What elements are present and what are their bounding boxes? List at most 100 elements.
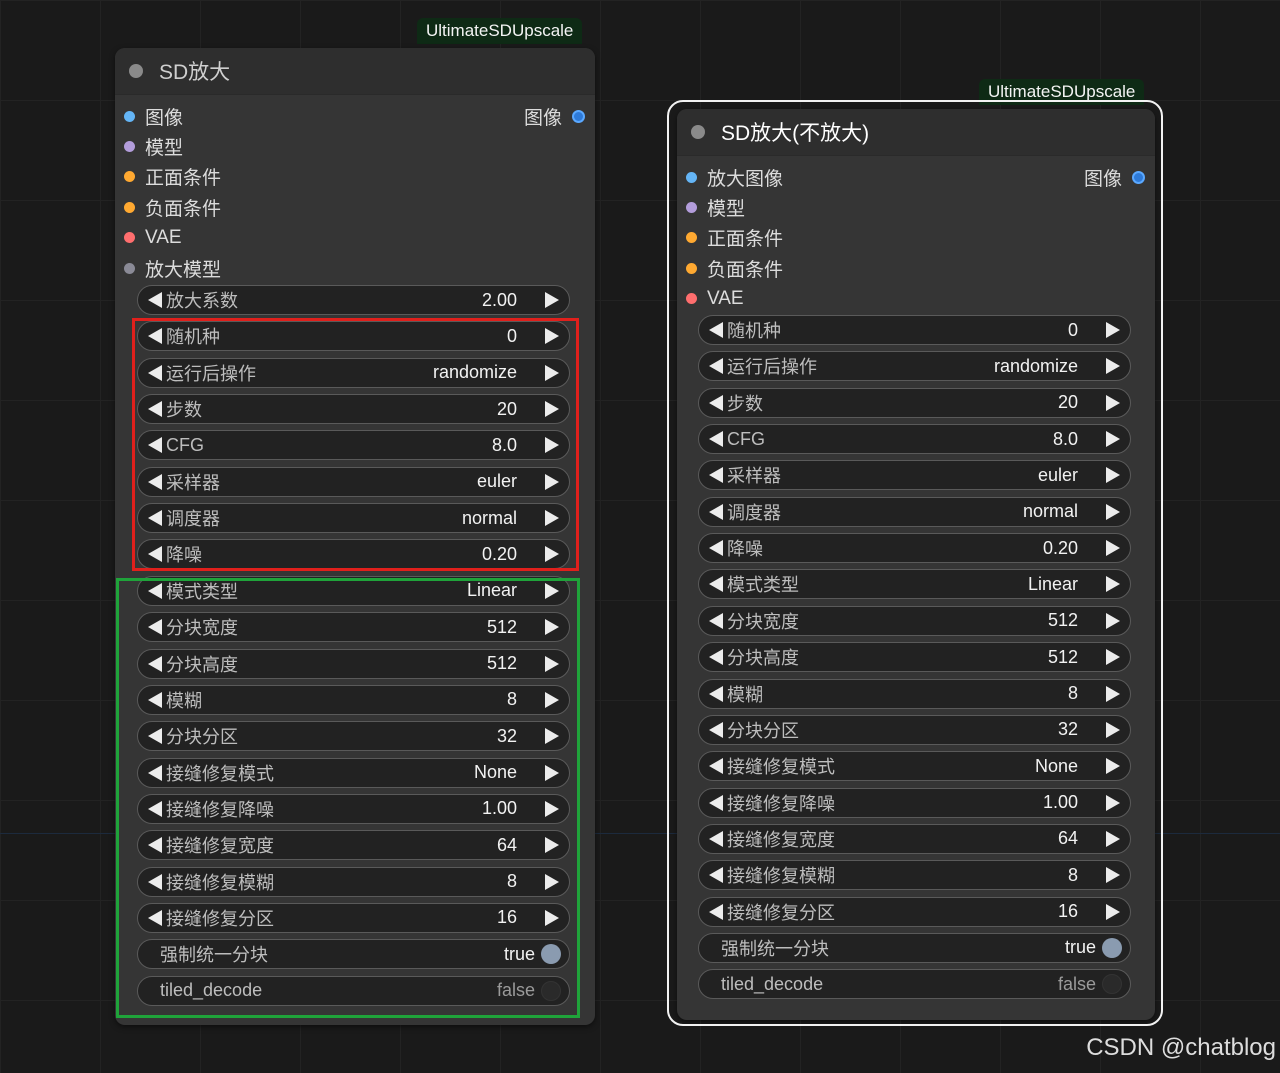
decrement-arrow-icon[interactable]	[148, 292, 162, 308]
decrement-arrow-icon[interactable]	[709, 612, 723, 629]
widget-value[interactable]: normal	[1023, 501, 1078, 522]
widget-value[interactable]: 8.0	[1053, 429, 1078, 450]
input-slot[interactable]: 负面条件	[686, 253, 783, 283]
decrement-arrow-icon[interactable]	[709, 758, 723, 775]
widget-5[interactable]: 采样器 euler	[698, 460, 1131, 491]
decrement-arrow-icon[interactable]	[709, 503, 723, 520]
widget-3[interactable]: 步数 20	[698, 387, 1131, 418]
decrement-arrow-icon[interactable]	[709, 903, 723, 920]
decrement-arrow-icon[interactable]	[709, 467, 723, 484]
increment-arrow-icon[interactable]	[1106, 758, 1120, 775]
widget-value[interactable]: 8	[1068, 865, 1078, 886]
input-slot[interactable]: VAE	[124, 223, 182, 253]
output-dot-icon[interactable]	[1132, 170, 1145, 184]
widget-1[interactable]: 放大系数 2.00	[137, 285, 570, 315]
widget-1[interactable]: 随机种 0	[698, 315, 1131, 345]
decrement-arrow-icon[interactable]	[709, 685, 723, 702]
input-slot[interactable]: 正面条件	[686, 223, 783, 253]
input-dot-icon[interactable]	[124, 262, 135, 274]
input-slot[interactable]: 放大模型	[124, 253, 221, 283]
increment-arrow-icon[interactable]	[1106, 612, 1120, 629]
widget-value[interactable]: 32	[1058, 719, 1078, 740]
decrement-arrow-icon[interactable]	[709, 540, 723, 557]
collapse-dot-icon[interactable]	[129, 64, 143, 78]
widget-value[interactable]: 20	[1058, 392, 1078, 413]
widget-value[interactable]: 512	[1048, 610, 1078, 631]
increment-arrow-icon[interactable]	[1106, 903, 1120, 920]
widget-9[interactable]: 分块宽度 512	[698, 605, 1131, 636]
input-slot[interactable]: VAE	[686, 284, 744, 314]
toggle-1[interactable]: 强制统一分块 true	[698, 932, 1131, 963]
toggle-2[interactable]: tiled_decode false	[698, 969, 1131, 1000]
decrement-arrow-icon[interactable]	[709, 576, 723, 593]
node-header[interactable]: SD放大	[115, 48, 595, 95]
decrement-arrow-icon[interactable]	[709, 322, 723, 338]
widget-6[interactable]: 调度器 normal	[698, 496, 1131, 527]
decrement-arrow-icon[interactable]	[709, 358, 723, 375]
input-slot[interactable]: 负面条件	[124, 192, 221, 222]
increment-arrow-icon[interactable]	[1106, 649, 1120, 666]
decrement-arrow-icon[interactable]	[709, 431, 723, 448]
increment-arrow-icon[interactable]	[1106, 867, 1120, 884]
widget-value[interactable]: Linear	[1028, 574, 1078, 595]
widget-value[interactable]: 0.20	[1043, 538, 1078, 559]
widget-value[interactable]: 1.00	[1043, 792, 1078, 813]
decrement-arrow-icon[interactable]	[709, 394, 723, 411]
increment-arrow-icon[interactable]	[1106, 685, 1120, 702]
node-header[interactable]: SD放大(不放大)	[677, 109, 1155, 156]
widget-13[interactable]: 接缝修复模式 None	[698, 751, 1131, 782]
output-slot[interactable]: 图像	[1084, 162, 1145, 192]
increment-arrow-icon[interactable]	[1106, 794, 1120, 811]
decrement-arrow-icon[interactable]	[709, 721, 723, 738]
output-slot[interactable]: 图像	[524, 101, 585, 131]
widget-value[interactable]: 0	[1068, 320, 1078, 341]
widget-value[interactable]: 512	[1048, 647, 1078, 668]
increment-arrow-icon[interactable]	[1106, 394, 1120, 411]
widget-value[interactable]: 2.00	[482, 290, 517, 311]
widget-value[interactable]: 16	[1058, 901, 1078, 922]
input-dot-icon[interactable]	[124, 140, 135, 152]
node-sd-upscale-no-upscale[interactable]: SD放大(不放大) 放大图像 模型 正面条件 负面条件 VAE 图像 随机种 0 运行后操作 ra…	[677, 109, 1155, 1020]
widget-value[interactable]: randomize	[994, 356, 1078, 377]
increment-arrow-icon[interactable]	[1106, 540, 1120, 557]
input-slot[interactable]: 模型	[686, 192, 745, 222]
input-dot-icon[interactable]	[686, 171, 697, 183]
input-slot[interactable]: 模型	[124, 131, 183, 161]
collapse-dot-icon[interactable]	[691, 125, 705, 139]
output-dot-icon[interactable]	[572, 109, 585, 123]
input-dot-icon[interactable]	[686, 232, 697, 244]
decrement-arrow-icon[interactable]	[709, 830, 723, 847]
widget-8[interactable]: 模式类型 Linear	[698, 569, 1131, 600]
input-dot-icon[interactable]	[686, 262, 697, 274]
increment-arrow-icon[interactable]	[1106, 721, 1120, 738]
decrement-arrow-icon[interactable]	[709, 867, 723, 884]
widget-value[interactable]: 64	[1058, 828, 1078, 849]
input-dot-icon[interactable]	[686, 201, 697, 213]
input-slot[interactable]: 正面条件	[124, 162, 221, 192]
widget-16[interactable]: 接缝修复模糊 8	[698, 860, 1131, 891]
increment-arrow-icon[interactable]	[1106, 576, 1120, 593]
widget-12[interactable]: 分块分区 32	[698, 714, 1131, 745]
increment-arrow-icon[interactable]	[1106, 503, 1120, 520]
increment-arrow-icon[interactable]	[1106, 358, 1120, 375]
widget-value[interactable]: euler	[1038, 465, 1078, 486]
input-dot-icon[interactable]	[124, 171, 135, 183]
toggle-switch-icon[interactable]	[1102, 974, 1122, 995]
input-slot[interactable]: 图像	[124, 101, 183, 131]
input-dot-icon[interactable]	[124, 232, 135, 244]
widget-14[interactable]: 接缝修复降噪 1.00	[698, 787, 1131, 818]
widget-15[interactable]: 接缝修复宽度 64	[698, 823, 1131, 854]
decrement-arrow-icon[interactable]	[709, 649, 723, 666]
widget-2[interactable]: 运行后操作 randomize	[698, 351, 1131, 382]
increment-arrow-icon[interactable]	[1106, 431, 1120, 448]
increment-arrow-icon[interactable]	[1106, 467, 1120, 484]
widget-value[interactable]: 8	[1068, 683, 1078, 704]
widget-4[interactable]: CFG 8.0	[698, 424, 1131, 455]
toggle-switch-icon[interactable]	[1102, 937, 1122, 958]
input-dot-icon[interactable]	[124, 201, 135, 213]
widget-11[interactable]: 模糊 8	[698, 678, 1131, 709]
widget-value[interactable]: None	[1035, 756, 1078, 777]
input-dot-icon[interactable]	[686, 293, 697, 305]
widget-10[interactable]: 分块高度 512	[698, 642, 1131, 673]
decrement-arrow-icon[interactable]	[709, 794, 723, 811]
